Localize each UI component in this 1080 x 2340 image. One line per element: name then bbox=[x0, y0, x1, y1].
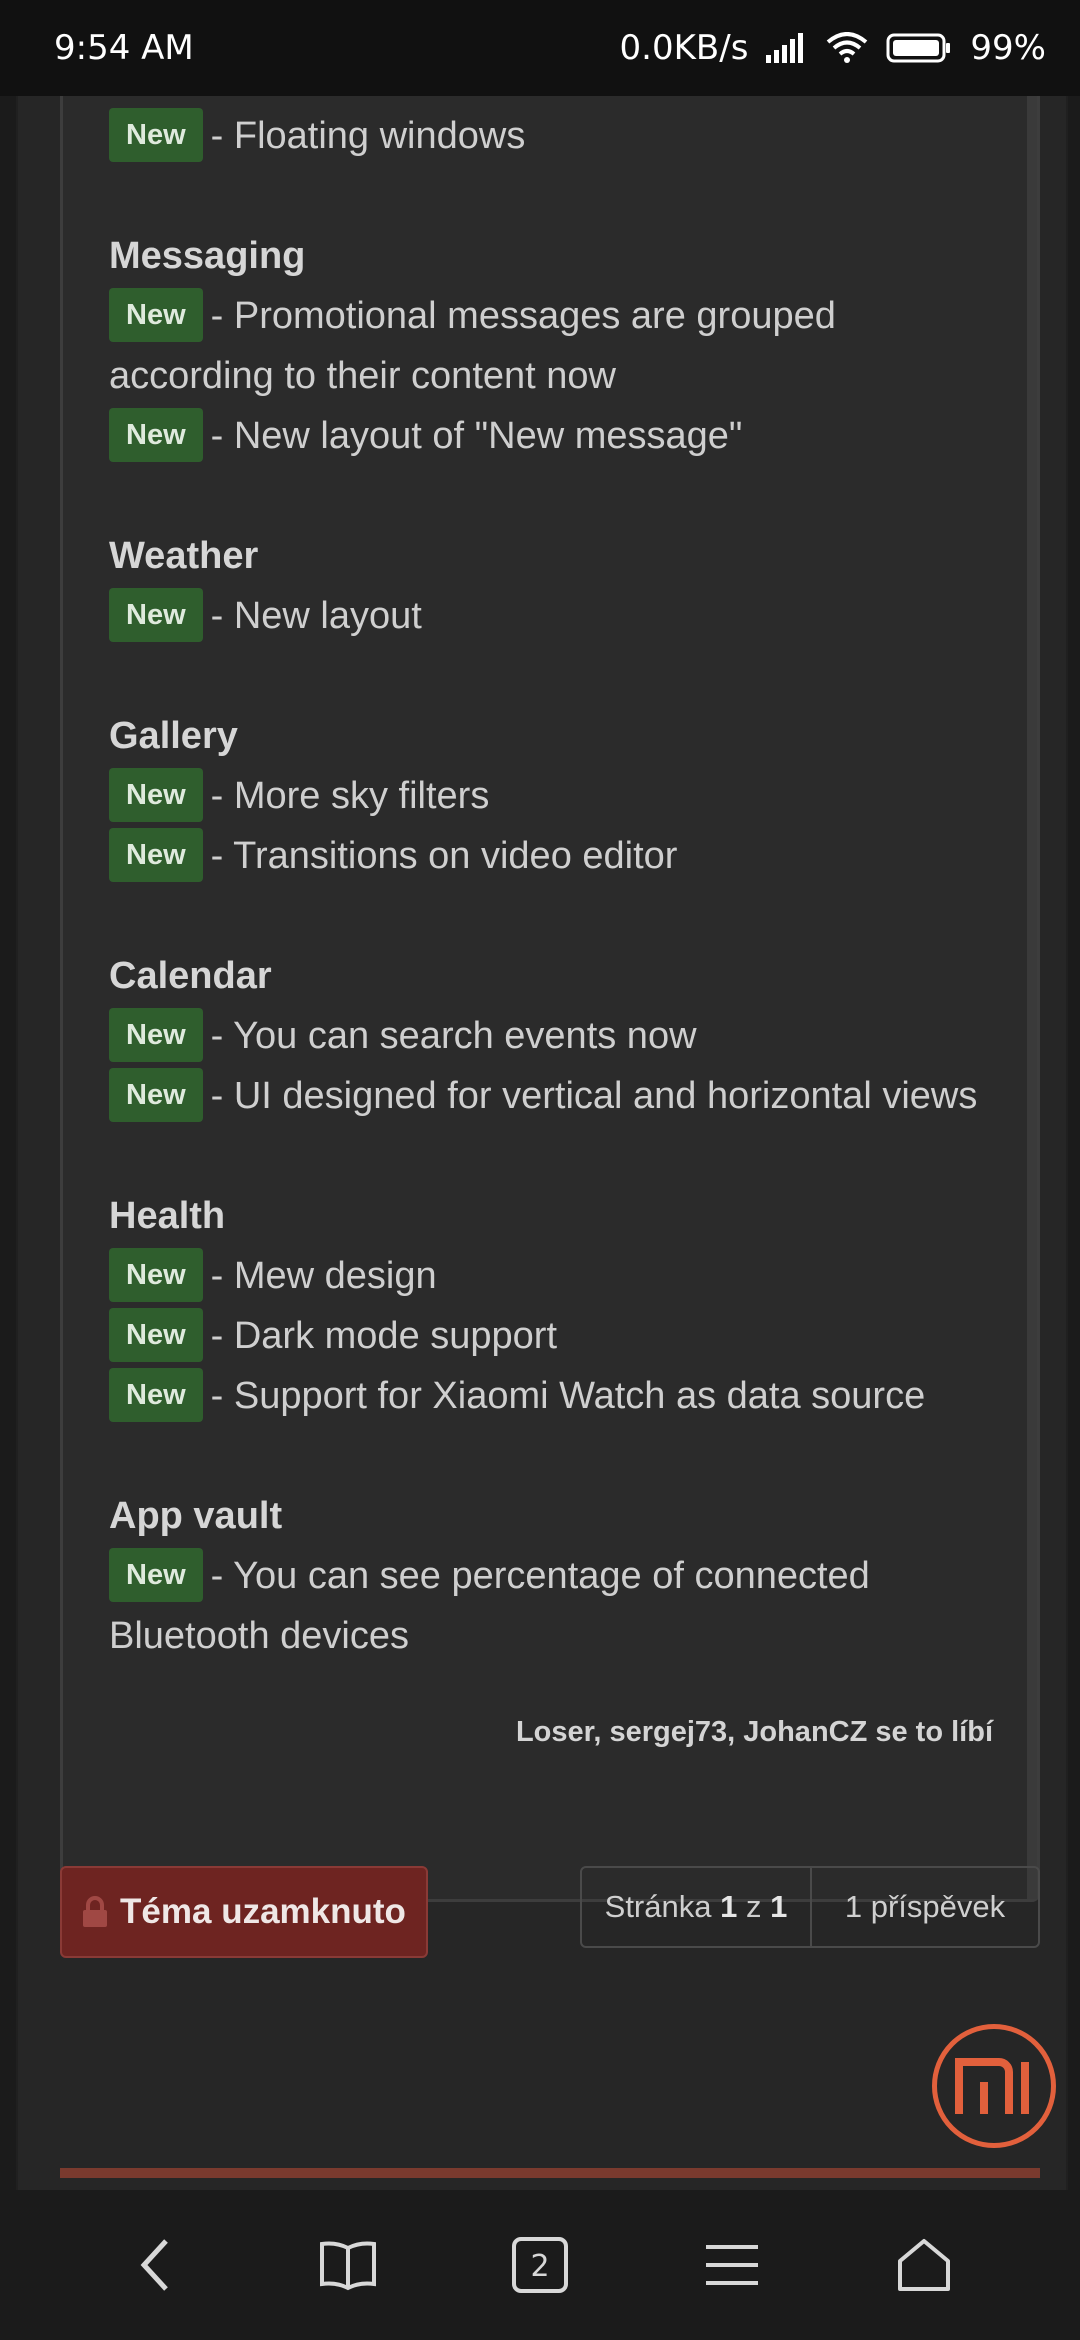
new-badge: New bbox=[109, 587, 203, 642]
battery-icon bbox=[886, 33, 951, 63]
bookmarks-icon bbox=[320, 2241, 376, 2291]
changelog-line: New - New layout of "New message" bbox=[109, 406, 1009, 466]
signal-icon bbox=[766, 33, 804, 63]
footer-bar bbox=[60, 2168, 1040, 2178]
mi-logo[interactable] bbox=[932, 2024, 1056, 2148]
changelog-text: - New layout of "New message" bbox=[210, 415, 743, 457]
back-icon bbox=[140, 2239, 168, 2291]
home-button[interactable] bbox=[879, 2220, 969, 2310]
back-button[interactable] bbox=[111, 2220, 201, 2310]
likes-text[interactable]: Loser, sergej73, JohanCZ se to líbí bbox=[516, 1716, 993, 1749]
network-speed: 0.0KB/s bbox=[619, 28, 749, 68]
changelog-text: - Transitions on video editor bbox=[210, 835, 678, 877]
wifi-icon bbox=[827, 32, 868, 63]
new-badge: New bbox=[109, 1007, 203, 1062]
changelog-line: New - Promotional messages are grouped ac… bbox=[109, 286, 1009, 406]
changelog-text: - New layout bbox=[210, 595, 422, 637]
menu-button[interactable] bbox=[687, 2220, 777, 2310]
changelog-line: New - Mew design bbox=[109, 1246, 1009, 1306]
changelog-line: New - You can search events now bbox=[109, 1006, 1009, 1066]
changelog-text: - Support for Xiaomi Watch as data sourc… bbox=[210, 1375, 926, 1417]
changelog-text: - Promotional messages are grouped accor… bbox=[109, 295, 836, 397]
changelog-text: - Floating windows bbox=[210, 115, 526, 157]
changelog-line: New - Support for Xiaomi Watch as data so… bbox=[109, 1366, 1009, 1426]
changelog-text: - Dark mode support bbox=[210, 1315, 558, 1357]
new-badge: New bbox=[109, 1067, 203, 1122]
changelog-content: Home screen New- Floating windows Messag… bbox=[109, 96, 1009, 1666]
tabs-icon: 2 bbox=[512, 2237, 568, 2293]
tabs-count: 2 bbox=[530, 2249, 549, 2284]
new-badge: New bbox=[109, 107, 203, 162]
changelog-line: New - Floating windows bbox=[109, 106, 1009, 166]
status-time: 9:54 AM bbox=[54, 28, 194, 68]
section-heading: Health bbox=[109, 1195, 226, 1237]
new-badge: New bbox=[109, 1247, 203, 1302]
post-scroll-edge bbox=[1027, 96, 1037, 1899]
changelog-line: New - Dark mode support bbox=[109, 1306, 1009, 1366]
section-heading: Calendar bbox=[109, 955, 272, 997]
tabs-button[interactable]: 2 bbox=[495, 2220, 585, 2310]
new-badge: New bbox=[109, 1367, 203, 1422]
changelog-line: New - New layout bbox=[109, 586, 1009, 646]
changelog-text: - More sky filters bbox=[210, 775, 490, 817]
section-heading: Gallery bbox=[109, 715, 238, 757]
new-badge: New bbox=[109, 767, 203, 822]
changelog-text: - Mew design bbox=[210, 1255, 437, 1297]
section-heading: Messaging bbox=[109, 235, 306, 277]
lock-icon bbox=[83, 1896, 108, 1927]
new-badge: New bbox=[109, 287, 203, 342]
page-indicator[interactable]: Stránka 1 z 1 bbox=[582, 1868, 812, 1946]
new-badge: New bbox=[109, 1307, 203, 1362]
menu-icon bbox=[706, 2245, 758, 2285]
forum-page: Home screen New- Floating windows Messag… bbox=[16, 96, 1068, 2190]
status-bar: 9:54 AM 0.0KB/s 99% bbox=[0, 0, 1080, 96]
bookmarks-button[interactable] bbox=[303, 2220, 393, 2310]
new-badge: New bbox=[109, 407, 203, 462]
changelog-line: New - Transitions on video editor bbox=[109, 826, 1009, 886]
section-heading: App vault bbox=[109, 1495, 283, 1537]
post-count: 1 příspěvek bbox=[844, 1889, 1006, 1924]
section-heading: Weather bbox=[109, 535, 259, 577]
pagination: Stránka 1 z 1 1 příspěvek bbox=[580, 1866, 1040, 1948]
topic-locked-button[interactable]: Téma uzamknuto bbox=[60, 1866, 428, 1958]
changelog-text: - You can see percentage of connected Bl… bbox=[109, 1555, 870, 1657]
changelog-text: - You can search events now bbox=[210, 1015, 697, 1057]
changelog-text: - UI designed for vertical and horizonta… bbox=[210, 1075, 978, 1117]
changelog-line: New - UI designed for vertical and horizo… bbox=[109, 1066, 1009, 1126]
new-badge: New bbox=[109, 1547, 203, 1602]
home-icon bbox=[898, 2239, 950, 2291]
locked-label: Téma uzamknuto bbox=[120, 1892, 406, 1931]
post-body: Home screen New- Floating windows Messag… bbox=[60, 96, 1040, 1902]
browser-nav-bar: 2 bbox=[0, 2190, 1080, 2340]
changelog-line: New - More sky filters bbox=[109, 766, 1009, 826]
changelog-line: New - You can see percentage of connected… bbox=[109, 1546, 1009, 1666]
section-heading-partial: Home screen bbox=[109, 96, 1009, 106]
new-badge: New bbox=[109, 827, 203, 882]
battery-level: 99% bbox=[970, 28, 1046, 68]
